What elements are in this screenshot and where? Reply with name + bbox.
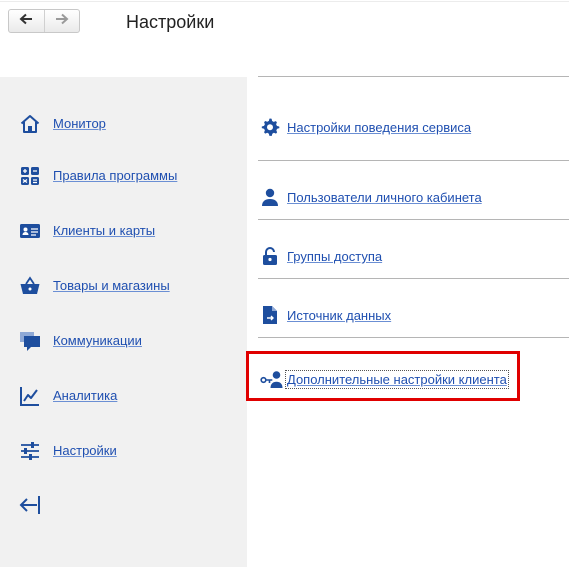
arrow-left-icon — [19, 12, 33, 30]
top-rule — [0, 1, 569, 2]
page-title: Настройки — [126, 12, 215, 32]
divider — [258, 337, 569, 338]
back-button[interactable] — [9, 10, 44, 32]
arrow-right-icon — [55, 12, 69, 30]
main-item-label[interactable]: Пользователи личного кабинета — [287, 190, 482, 205]
main-item-label[interactable]: Группы доступа — [287, 249, 382, 264]
divider — [258, 160, 569, 161]
sidebar-item-settings[interactable]: Настройки — [19, 439, 117, 463]
sidebar: Монитор Правила программы Клиенты и карт… — [0, 77, 247, 567]
sliders-icon — [19, 440, 41, 462]
divider — [258, 76, 569, 77]
sidebar-item-communications[interactable]: Коммуникации — [19, 329, 142, 353]
sidebar-item-label[interactable]: Аналитика — [53, 388, 117, 403]
main-item-label[interactable]: Настройки поведения сервиса — [287, 120, 471, 135]
basket-icon — [19, 275, 41, 297]
id-card-icon — [19, 220, 41, 242]
collapse-left-icon — [18, 496, 42, 520]
chart-icon — [19, 385, 41, 407]
sidebar-item-label[interactable]: Клиенты и карты — [53, 223, 155, 238]
sidebar-item-label[interactable]: Правила программы — [53, 168, 177, 183]
sidebar-item-label[interactable]: Коммуникации — [53, 333, 142, 348]
divider — [258, 219, 569, 220]
sidebar-item-clients-cards[interactable]: Клиенты и карты — [19, 219, 155, 243]
highlight-box — [246, 351, 520, 401]
sidebar-item-label[interactable]: Монитор — [53, 116, 106, 131]
home-icon — [19, 113, 41, 135]
calculator-icon — [19, 165, 41, 187]
sidebar-item-label[interactable]: Настройки — [53, 443, 117, 458]
history-nav — [8, 9, 80, 33]
chat-icon — [19, 330, 41, 352]
sidebar-item-label[interactable]: Товары и магазины — [53, 278, 170, 293]
sidebar-item-goods-stores[interactable]: Товары и магазины — [19, 274, 170, 298]
sidebar-item-program-rules[interactable]: Правила программы — [19, 164, 177, 188]
forward-button[interactable] — [43, 10, 80, 32]
main-item-label[interactable]: Источник данных — [287, 308, 391, 323]
sidebar-item-monitor[interactable]: Монитор — [19, 112, 106, 136]
divider — [258, 278, 569, 279]
collapse-sidebar-button[interactable] — [18, 494, 42, 521]
sidebar-item-analytics[interactable]: Аналитика — [19, 384, 117, 408]
